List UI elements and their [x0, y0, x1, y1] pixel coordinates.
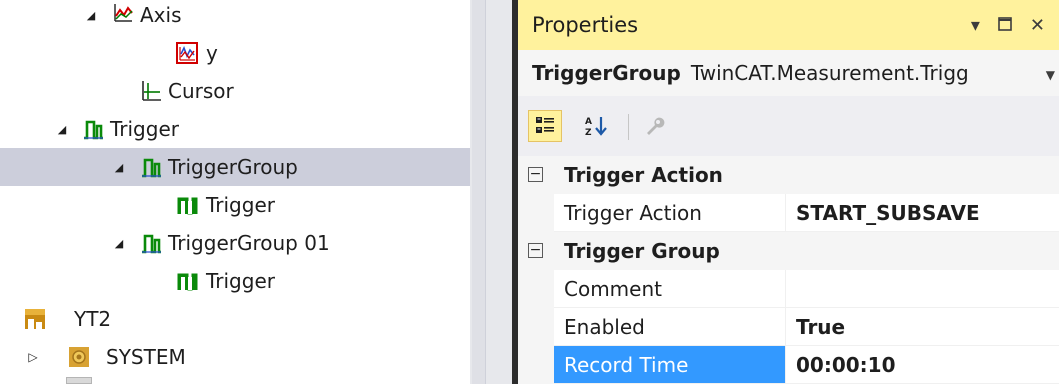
- property-name: Enabled: [554, 308, 786, 346]
- tree-item-trigger[interactable]: ◢ Trigger: [0, 110, 470, 148]
- tree-item-triggergroup[interactable]: ◢ TriggerGroup: [0, 148, 470, 186]
- alphabetical-button[interactable]: A Z: [582, 112, 610, 140]
- property-name-selected: Record Time: [554, 346, 786, 384]
- chevron-down-icon[interactable]: ▼: [1046, 68, 1055, 82]
- expand-arrow-icon[interactable]: ◢: [55, 122, 69, 136]
- categorized-button[interactable]: [528, 110, 562, 142]
- property-name: Comment: [554, 270, 786, 308]
- trigger-pulse-icon: [84, 120, 103, 140]
- properties-title: Properties: [532, 13, 639, 37]
- tree-item-label: Axis: [140, 3, 182, 27]
- property-row-comment[interactable]: Comment: [518, 270, 1059, 308]
- property-value[interactable]: START_SUBSAVE: [786, 194, 1059, 232]
- trigger-pulse-icon: [177, 273, 198, 291]
- tree-item-label: Cursor: [168, 79, 234, 103]
- tree-item-next-icon: [66, 377, 92, 384]
- tree-item-trigger-child[interactable]: Trigger: [0, 262, 470, 300]
- svg-text:A: A: [585, 117, 592, 127]
- tree-item-label: TriggerGroup 01: [168, 231, 330, 255]
- tree-item-label: Trigger: [110, 117, 179, 141]
- object-name: TriggerGroup: [532, 61, 681, 85]
- row-gutter: [518, 308, 554, 346]
- property-row-trigger-action[interactable]: Trigger Action START_SUBSAVE: [518, 194, 1059, 232]
- category-trigger-action[interactable]: − Trigger Action: [518, 156, 1059, 194]
- row-gutter: [518, 194, 554, 232]
- collapse-box-icon[interactable]: −: [528, 167, 543, 182]
- tree-item-axis[interactable]: ◢ Axis: [0, 0, 470, 34]
- tree-item-triggergroup-01[interactable]: ◢ TriggerGroup 01: [0, 224, 470, 262]
- property-value[interactable]: True: [786, 308, 1059, 346]
- object-selector-dropdown[interactable]: TriggerGroup TwinCAT.Measurement.Trigg ▼: [518, 50, 1059, 96]
- category-title: Trigger Action: [564, 163, 723, 187]
- dropdown-arrow-icon[interactable]: ▾: [971, 15, 980, 36]
- trigger-pulse-icon: [142, 158, 161, 178]
- tree-item-label: Trigger: [206, 269, 275, 293]
- property-value[interactable]: 00:00:10: [786, 346, 1059, 384]
- cursor-chart-icon: [142, 81, 161, 101]
- tree-item-label: y: [206, 41, 218, 65]
- system-gear-icon: [69, 347, 89, 367]
- expand-arrow-icon[interactable]: ◢: [84, 8, 98, 22]
- expand-arrow-icon[interactable]: ◢: [112, 160, 126, 174]
- trigger-pulse-icon: [177, 197, 198, 215]
- wrench-icon: [647, 117, 665, 135]
- tree-item-cursor[interactable]: Cursor: [0, 72, 470, 110]
- vertical-scrollbar[interactable]: [472, 0, 486, 384]
- axis-chart-icon: [114, 4, 133, 22]
- trigger-pulse-icon: [142, 234, 161, 254]
- tree-item-label: TriggerGroup: [168, 155, 298, 179]
- object-type: TwinCAT.Measurement.Trigg: [690, 61, 969, 85]
- category-trigger-group[interactable]: − Trigger Group: [518, 232, 1059, 270]
- properties-window: Properties ▾ ✕ TriggerGroup TwinCAT.Meas…: [518, 0, 1059, 384]
- collapse-box-icon[interactable]: −: [528, 243, 543, 258]
- tree-item-yt2[interactable]: YT2: [0, 300, 470, 338]
- tree-item-label: Trigger: [206, 193, 275, 217]
- categorized-icon: [536, 117, 554, 133]
- tree-item-y[interactable]: y: [0, 34, 470, 72]
- category-title: Trigger Group: [564, 239, 720, 263]
- property-value[interactable]: [786, 270, 1059, 308]
- expand-arrow-icon[interactable]: ◢: [112, 236, 126, 250]
- property-name: Trigger Action: [554, 194, 786, 232]
- maximize-icon[interactable]: [998, 15, 1012, 36]
- tree-item-trigger-child[interactable]: Trigger: [0, 186, 470, 224]
- properties-title-bar[interactable]: Properties ▾ ✕: [518, 0, 1059, 50]
- tree-item-system[interactable]: ▷ SYSTEM: [0, 338, 470, 376]
- sort-az-icon: A Z: [585, 117, 607, 138]
- row-gutter: [518, 270, 554, 308]
- tree-item-label: SYSTEM: [106, 345, 186, 369]
- svg-text:Z: Z: [585, 128, 592, 138]
- property-row-enabled[interactable]: Enabled True: [518, 308, 1059, 346]
- collapse-arrow-icon[interactable]: ▷: [26, 350, 40, 364]
- property-pages-button[interactable]: [640, 112, 668, 140]
- tree-item-label: YT2: [74, 307, 112, 331]
- row-gutter: [518, 346, 554, 384]
- y-axis-chart-icon: [176, 42, 198, 64]
- close-icon[interactable]: ✕: [1030, 15, 1045, 36]
- yt-project-icon: [25, 309, 45, 329]
- pane-splitter[interactable]: [470, 0, 518, 384]
- property-row-record-time[interactable]: Record Time 00:00:10: [518, 346, 1059, 384]
- toolbar-separator: [628, 114, 629, 140]
- solution-tree: ◢ Axis y Cursor ◢ Trigger ◢ TriggerGroup…: [0, 0, 470, 384]
- properties-toolbar: A Z: [518, 96, 1059, 156]
